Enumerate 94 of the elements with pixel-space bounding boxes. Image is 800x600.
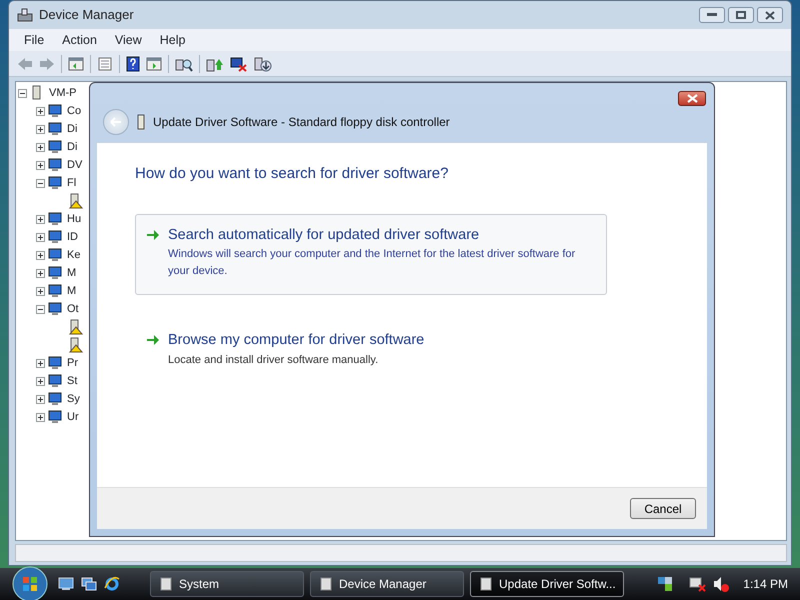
arrow-icon — [146, 228, 160, 240]
network-icon[interactable] — [657, 576, 674, 592]
option-link[interactable]: Browse my computer for driver software Locate and install driver software manually. — [135, 319, 607, 384]
expander-toggle[interactable] — [36, 412, 45, 422]
device-icon — [47, 283, 63, 299]
tree-item[interactable]: Co — [67, 102, 82, 120]
device-manager-icon — [17, 7, 33, 23]
expander-toggle[interactable] — [36, 286, 45, 296]
browser-icon[interactable] — [104, 576, 120, 592]
dialog-title: Update Driver Software - Standard floppy disk controller — [153, 114, 450, 131]
menu-item[interactable]: File — [15, 29, 54, 51]
option-link[interactable]: Search automatically for updated driver software Windows will search your computer and the Internet for the latest driver software for your device. — [135, 214, 607, 296]
device-icon — [47, 211, 63, 227]
window-icon — [159, 577, 173, 591]
tree-item[interactable]: Ot — [67, 300, 79, 318]
expander-toggle[interactable] — [36, 214, 45, 224]
tree-item[interactable]: Hu — [67, 210, 82, 228]
expander-toggle[interactable] — [36, 232, 45, 242]
option-title: Browse my computer for driver software — [168, 331, 424, 350]
taskbar-button[interactable]: System — [150, 571, 304, 597]
expander-toggle[interactable] — [36, 376, 45, 386]
device-icon — [47, 121, 63, 137]
action-pane-icon[interactable] — [146, 56, 162, 70]
switch-windows-icon[interactable] — [81, 577, 97, 591]
menu-item[interactable]: Help — [150, 29, 194, 51]
tree-item[interactable]: M — [67, 264, 76, 282]
menu-item[interactable]: Action — [53, 29, 106, 51]
expander-toggle[interactable] — [36, 160, 45, 170]
tree-item[interactable]: M — [67, 282, 76, 300]
expander-toggle[interactable] — [36, 304, 45, 314]
cancel-button[interactable]: Cancel — [630, 498, 696, 519]
properties-icon[interactable] — [97, 56, 113, 70]
taskbar-button[interactable]: Update Driver Softw... — [470, 571, 624, 597]
device-icon — [47, 157, 63, 173]
tree-item[interactable]: Ke — [67, 246, 80, 264]
option-description: Locate and install driver software manually. — [168, 353, 380, 368]
disable-device-icon[interactable] — [230, 56, 248, 72]
expander-toggle[interactable] — [36, 250, 45, 260]
tree-item[interactable]: Ur — [67, 408, 79, 426]
device-icon — [47, 373, 63, 389]
dialog-heading: How do you want to search for driver software? — [135, 164, 450, 184]
back-arrow-icon — [110, 117, 122, 127]
arrow-icon — [146, 334, 160, 346]
expander-toggle[interactable] — [36, 268, 45, 278]
device-icon — [47, 355, 63, 371]
start-button[interactable] — [12, 566, 48, 600]
close-button[interactable] — [757, 7, 783, 23]
uninstall-device-icon[interactable] — [254, 56, 272, 72]
tree-item[interactable]: Di — [67, 120, 78, 138]
close-icon — [686, 94, 698, 103]
expander-toggle[interactable] — [36, 394, 45, 404]
minimize-button[interactable] — [699, 7, 725, 23]
taskbar-button[interactable]: Device Manager — [310, 571, 464, 597]
help-icon[interactable] — [126, 56, 140, 72]
window-icon — [479, 577, 493, 591]
device-icon — [47, 409, 63, 425]
tree-item[interactable]: VM-P — [49, 84, 76, 102]
device-icon — [47, 175, 63, 191]
device-icon — [47, 391, 63, 407]
tree-item[interactable]: Pr — [67, 354, 78, 372]
expander-toggle[interactable] — [36, 178, 45, 188]
device-icon — [47, 247, 63, 263]
device-icon — [47, 103, 63, 119]
expander-toggle[interactable] — [36, 124, 45, 134]
maximize-button[interactable] — [728, 7, 754, 23]
option-title: Search automatically for updated driver software — [168, 226, 480, 244]
expander-toggle[interactable] — [18, 88, 27, 98]
tree-item[interactable]: St — [67, 372, 78, 390]
menu-item[interactable]: View — [106, 29, 151, 51]
window-title: Device Manager — [39, 6, 134, 24]
maximize-icon — [736, 11, 746, 19]
device-icon — [47, 265, 63, 281]
close-button[interactable] — [678, 91, 706, 106]
tree-item[interactable]: Sy — [67, 390, 80, 408]
device-icon — [47, 139, 63, 155]
minimize-icon — [707, 13, 717, 17]
window-icon — [319, 577, 333, 591]
tree-item[interactable]: DV — [67, 156, 82, 174]
expander-toggle[interactable] — [36, 142, 45, 152]
device-icon — [137, 114, 145, 130]
volume-muted-icon[interactable] — [713, 576, 730, 592]
tree-item[interactable]: Di — [67, 138, 78, 156]
network-disconnected-icon[interactable] — [689, 576, 708, 592]
console-tree-icon[interactable] — [68, 56, 84, 70]
expander-toggle[interactable] — [36, 358, 45, 368]
option-description: Windows will search your computer and the Internet for the latest driver software for your device. — [168, 247, 576, 279]
close-icon — [765, 10, 775, 20]
show-desktop-icon[interactable] — [58, 577, 74, 591]
expander-toggle[interactable] — [36, 106, 45, 116]
tree-item[interactable]: Fl — [67, 174, 76, 192]
clock[interactable]: 1:14 PM — [743, 575, 788, 593]
device-icon — [47, 301, 63, 317]
tree-item[interactable]: ID — [67, 228, 78, 246]
device-icon — [47, 229, 63, 245]
